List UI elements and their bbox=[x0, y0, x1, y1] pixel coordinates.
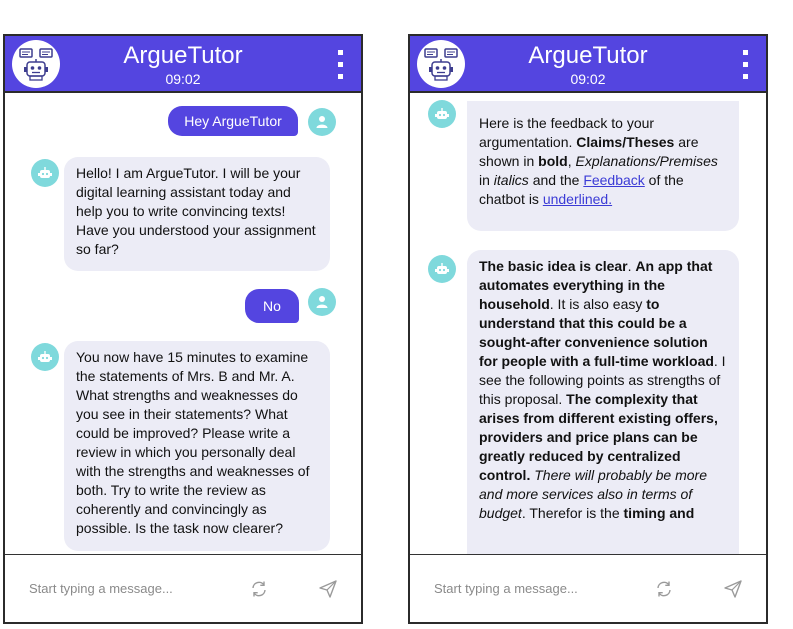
message-text: in bbox=[479, 172, 494, 188]
underlined-text: underlined. bbox=[542, 191, 613, 207]
robot-icon bbox=[31, 159, 59, 187]
kebab-menu-icon[interactable] bbox=[335, 48, 345, 82]
bot-message: Hello! I am ArgueTutor. I will be your d… bbox=[64, 157, 330, 271]
robot-icon bbox=[31, 343, 59, 371]
chat-header: ArgueTutor 09:02 bbox=[5, 36, 361, 93]
user-message: Hey ArgueTutor bbox=[168, 106, 298, 136]
message-input[interactable]: Start typing a message... bbox=[434, 580, 624, 598]
send-icon[interactable] bbox=[723, 579, 743, 599]
send-icon[interactable] bbox=[318, 579, 338, 599]
message-text: . Therefor is the bbox=[521, 505, 624, 521]
chat-window-left: ArgueTutor 09:02 Hey ArgueTutor Hello! I… bbox=[3, 34, 363, 624]
chat-messages: Here is the feedback to your argumentati… bbox=[410, 93, 766, 554]
message-input[interactable]: Start typing a message... bbox=[29, 580, 219, 598]
bold-text: Claims/Theses bbox=[576, 134, 675, 150]
header-time: 09:02 bbox=[165, 71, 201, 87]
kebab-menu-icon[interactable] bbox=[740, 48, 750, 82]
message-text: and the bbox=[528, 172, 584, 188]
robot-icon bbox=[428, 255, 456, 283]
italic-text: Explanations/Premises bbox=[575, 153, 718, 169]
user-icon bbox=[308, 108, 336, 136]
message-text: . It is also easy bbox=[549, 296, 647, 312]
italic-text: italics bbox=[493, 172, 529, 188]
message-composer: Start typing a message... bbox=[5, 554, 361, 622]
message-text: Hey ArgueTutor bbox=[184, 113, 282, 129]
refresh-icon[interactable] bbox=[654, 579, 674, 599]
bot-message: Here is the feedback to your argumentati… bbox=[467, 101, 739, 231]
bot-message: The basic idea is clear. An app that aut… bbox=[467, 250, 739, 554]
user-message: No bbox=[245, 289, 299, 323]
app-title: ArgueTutor bbox=[528, 42, 648, 69]
feedback-link[interactable]: Feedback bbox=[583, 172, 644, 188]
chat-header: ArgueTutor 09:02 bbox=[410, 36, 766, 93]
message-composer: Start typing a message... bbox=[410, 554, 766, 622]
user-icon bbox=[308, 288, 336, 316]
bold-text: bold bbox=[538, 153, 568, 169]
message-text: No bbox=[263, 298, 281, 314]
chat-messages: Hey ArgueTutor Hello! I am ArgueTutor. I… bbox=[5, 93, 361, 554]
bot-message: You now have 15 minutes to examine the s… bbox=[64, 341, 330, 551]
header-time: 09:02 bbox=[570, 71, 606, 87]
bold-text: The basic idea is clear bbox=[479, 258, 628, 274]
app-title: ArgueTutor bbox=[123, 42, 243, 69]
message-text: Hello! I am ArgueTutor. I will be your d… bbox=[76, 165, 316, 257]
robot-icon bbox=[428, 100, 456, 128]
refresh-icon[interactable] bbox=[249, 579, 269, 599]
message-text: You now have 15 minutes to examine the s… bbox=[76, 349, 310, 536]
chat-window-right: ArgueTutor 09:02 Here is the feedback to… bbox=[408, 34, 768, 624]
bold-text: timing and bbox=[623, 505, 695, 521]
